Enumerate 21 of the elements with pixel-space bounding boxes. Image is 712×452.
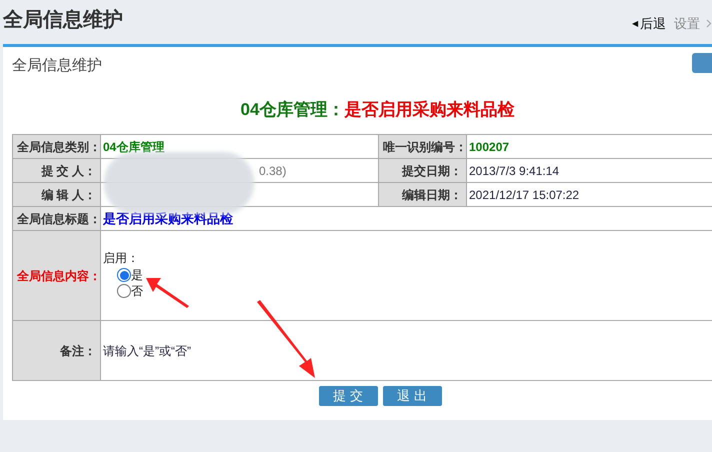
- form-button[interactable]: 退 出: [382, 386, 442, 406]
- field-value: 100207: [466, 134, 712, 158]
- back-link[interactable]: ◀后退: [632, 14, 666, 34]
- panel-title: 全局信息维护: [11, 56, 102, 76]
- form-button[interactable]: 提 交: [318, 386, 378, 406]
- page-title: 全局信息维护: [2, 8, 123, 33]
- chevron-icon: [706, 19, 712, 28]
- radio-prompt: 启用：: [103, 250, 139, 267]
- field-value: 0.38): [259, 164, 286, 178]
- form-heading: 04仓库管理：是否启用采购来料品检: [240, 99, 516, 121]
- field-label: 全局信息标题：: [12, 206, 100, 230]
- field-label: 编辑日期：: [378, 182, 466, 206]
- radio-option[interactable]: 否: [117, 283, 143, 299]
- field-label: 提交日期：: [378, 158, 466, 182]
- field-label: 全局信息内容：: [12, 230, 100, 320]
- field-label: 备注：: [12, 320, 100, 380]
- field-label: 全局信息类别：: [12, 134, 100, 158]
- radio-option[interactable]: 是: [117, 267, 143, 283]
- field-label: 唯一识别编号：: [378, 134, 466, 158]
- field-label: 编 辑 人：: [12, 182, 100, 206]
- field-label: 提 交 人：: [12, 158, 100, 182]
